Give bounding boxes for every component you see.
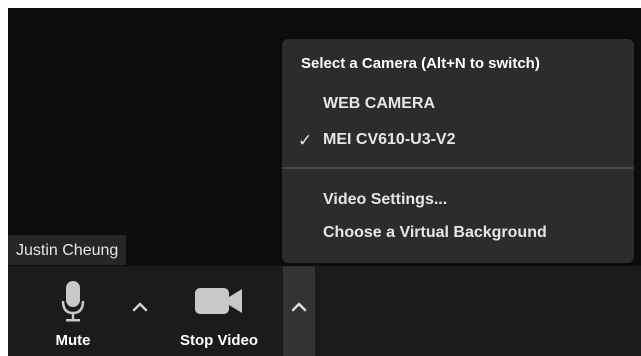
virtual-background-item[interactable]: Choose a Virtual Background [282,217,634,249]
virtual-background-label: Choose a Virtual Background [323,224,547,241]
menu-divider [282,167,634,169]
mute-label: Mute [55,332,91,349]
video-camera-icon [195,288,242,314]
chevron-up-icon [291,302,307,312]
stop-video-button[interactable]: Stop Video [164,266,274,356]
camera-option-web-camera[interactable]: WEB CAMERA [282,88,634,120]
camera-menu-heading: Select a Camera (Alt+N to switch) [301,55,540,72]
microphone-icon [61,281,85,322]
meeting-window: Justin Cheung Mute Stop Video Select a C… [8,8,641,356]
video-settings-item[interactable]: Video Settings... [282,184,634,216]
camera-option-label: MEI CV610-U3-V2 [323,131,456,148]
stop-video-label: Stop Video [179,332,259,349]
participant-name: Justin Cheung [16,242,119,259]
camera-option-label: WEB CAMERA [323,95,435,112]
camera-menu: Select a Camera (Alt+N to switch) WEB CA… [282,39,634,263]
participant-name-tag: Justin Cheung [8,235,127,265]
audio-options-caret[interactable] [124,266,156,356]
checkmark-icon: ✓ [298,131,313,150]
video-settings-label: Video Settings... [323,191,448,208]
chevron-up-icon [132,302,148,312]
video-options-caret[interactable] [283,266,315,356]
meeting-toolbar: Mute Stop Video [8,266,641,356]
camera-option-mei-cv610[interactable]: ✓ MEI CV610-U3-V2 [282,124,634,156]
mute-button[interactable]: Mute [42,266,104,356]
